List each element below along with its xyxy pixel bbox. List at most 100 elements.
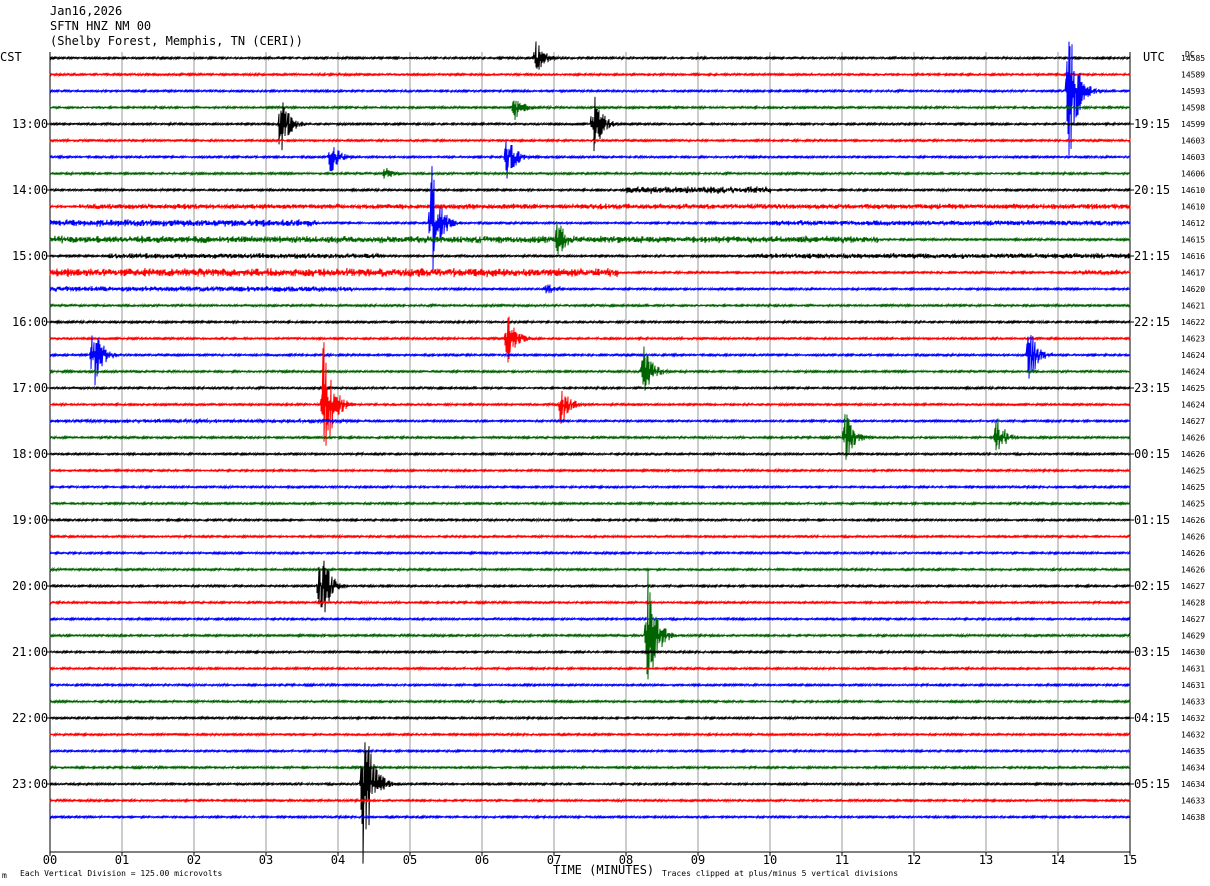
trace-row — [49, 566, 1131, 573]
trace-row — [49, 715, 1131, 721]
dc-offset-label: 14589 — [1181, 71, 1205, 80]
trace-row — [49, 319, 1131, 325]
cst-hour-label: 22:00 — [12, 711, 48, 725]
trace-row — [49, 649, 1131, 655]
trace-row — [49, 550, 1131, 556]
trace-row — [49, 599, 1131, 606]
dc-offset-label: 14599 — [1181, 120, 1205, 129]
dc-offset-label: 14620 — [1181, 285, 1205, 294]
x-tick-label: 12 — [907, 853, 921, 867]
x-axis-title: TIME (MINUTES) — [553, 863, 654, 877]
dc-offset-label: 14625 — [1181, 467, 1205, 476]
dc-offset-label: 14632 — [1181, 731, 1205, 740]
x-tick-label: 15 — [1123, 853, 1137, 867]
dc-offset-label: 14631 — [1181, 665, 1205, 674]
dc-offset-label: 14629 — [1181, 632, 1205, 641]
cst-label: CST — [0, 50, 22, 64]
utc-time-label: 05:15 — [1134, 777, 1170, 791]
dc-offset-label: 14627 — [1181, 417, 1205, 426]
utc-label: UTC — [1143, 50, 1165, 64]
utc-time-label: 03:15 — [1134, 645, 1170, 659]
dc-offset-label: 14612 — [1181, 219, 1205, 228]
dc-offset-label: 14624 — [1181, 368, 1205, 377]
trace-row — [49, 166, 1131, 271]
dc-offset-label: 14632 — [1181, 714, 1205, 723]
dc-label: DC — [1185, 50, 1195, 59]
cst-hour-label: 16:00 — [12, 315, 48, 329]
scale-note: Each Vertical Division = 125.00 microvol… — [20, 869, 222, 878]
dc-offset-label: 14625 — [1181, 500, 1205, 509]
utc-time-label: 00:15 — [1134, 447, 1170, 461]
trace-row — [49, 346, 1131, 391]
dc-offset-label: 14615 — [1181, 236, 1205, 245]
dc-offset-label: 14628 — [1181, 599, 1205, 608]
trace-row — [49, 202, 1131, 211]
utc-time-label: 20:15 — [1134, 183, 1170, 197]
trace-row — [49, 137, 1131, 144]
x-tick-label: 06 — [475, 853, 489, 867]
trace-row — [49, 797, 1131, 804]
trace-row — [49, 221, 1131, 255]
trace-row — [49, 100, 1131, 120]
dc-offset-label: 14626 — [1181, 549, 1205, 558]
x-tick-label: 10 — [763, 853, 777, 867]
trace-row — [49, 500, 1131, 507]
axis-labels: 00 01 02 03 04 05 06 07 08 09 10 11 12 13 14 1514585145… — [12, 54, 1205, 867]
trace-row — [49, 342, 1131, 446]
x-tick-label: 04 — [331, 853, 345, 867]
dc-offset-label: 14634 — [1181, 780, 1205, 789]
trace-row — [49, 252, 1131, 260]
cst-hour-label: 17:00 — [12, 381, 48, 395]
utc-time-label: 02:15 — [1134, 579, 1170, 593]
dc-offset-label: 14624 — [1181, 351, 1205, 360]
trace-row — [49, 682, 1131, 688]
dc-offset-label: 14606 — [1181, 170, 1205, 179]
dc-offset-label: 14626 — [1181, 566, 1205, 575]
utc-time-label: 21:15 — [1134, 249, 1170, 263]
x-tick-label: 05 — [403, 853, 417, 867]
dc-offset-label: 14626 — [1181, 434, 1205, 443]
utc-time-label: 04:15 — [1134, 711, 1170, 725]
dc-offset-label: 14617 — [1181, 269, 1205, 278]
dc-offset-label: 14633 — [1181, 797, 1205, 806]
trace-row — [49, 284, 1131, 294]
dc-offset-label: 14621 — [1181, 302, 1205, 311]
dc-offset-label: 14624 — [1181, 401, 1205, 410]
dc-offset-label: 14627 — [1181, 615, 1205, 624]
dc-offset-label: 14623 — [1181, 335, 1205, 344]
dc-offset-label: 14603 — [1181, 153, 1205, 162]
dc-offset-label: 14625 — [1181, 483, 1205, 492]
dc-offset-label: 14598 — [1181, 104, 1205, 113]
trace-row — [49, 814, 1131, 820]
cst-hour-label: 13:00 — [12, 117, 48, 131]
utc-time-label: 19:15 — [1134, 117, 1170, 131]
cst-hour-label: 19:00 — [12, 513, 48, 527]
trace-row — [49, 302, 1131, 309]
trace-row — [49, 451, 1131, 457]
x-tick-label: 01 — [115, 853, 129, 867]
clip-note: Traces clipped at plus/minus 5 vertical … — [662, 869, 898, 878]
x-tick-label: 11 — [835, 853, 849, 867]
cst-hour-label: 21:00 — [12, 645, 48, 659]
trace-row — [49, 267, 1131, 278]
dc-offset-label: 14616 — [1181, 252, 1205, 261]
dc-offset-label: 14593 — [1181, 87, 1205, 96]
cst-hour-label: 14:00 — [12, 183, 48, 197]
dc-offset-label: 14622 — [1181, 318, 1205, 327]
trace-row — [49, 764, 1131, 771]
trace-row — [49, 96, 1131, 152]
dc-offset-label: 14626 — [1181, 450, 1205, 459]
dc-offset-label: 14627 — [1181, 582, 1205, 591]
trace-row — [49, 417, 1131, 425]
helicorder-plot: 00 01 02 03 04 05 06 07 08 09 10 11 12 13 14 1514585145… — [0, 41, 1205, 880]
dc-offset-label: 14626 — [1181, 533, 1205, 542]
dc-offset-label: 14635 — [1181, 747, 1205, 756]
trace-row — [49, 41, 1131, 70]
cst-hour-label: 15:00 — [12, 249, 48, 263]
trace-row — [49, 731, 1131, 738]
trace-row — [49, 698, 1131, 705]
trace-row — [49, 484, 1131, 490]
cst-hour-label: 23:00 — [12, 777, 48, 791]
cst-hour-label: 18:00 — [12, 447, 48, 461]
trace-row — [49, 616, 1131, 622]
